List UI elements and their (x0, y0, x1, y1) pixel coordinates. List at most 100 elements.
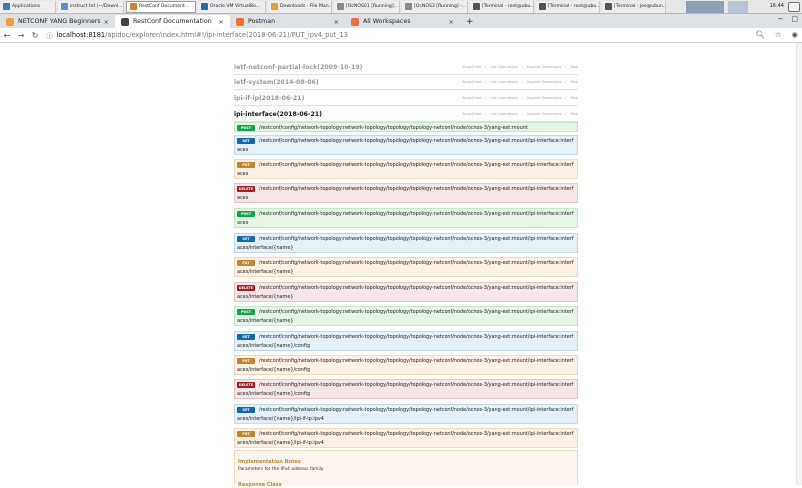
resource-action-link[interactable]: Expand Operations (527, 65, 561, 69)
taskbar-item[interactable]: [Terminal - root@ubu... (536, 0, 600, 13)
taskbar-item[interactable]: instruct.txt (~/Downl... (58, 0, 124, 13)
resource-action-link[interactable]: Expand Operations (527, 96, 561, 100)
operation-delete[interactable]: /restconf/config/network-topology:networ… (234, 282, 578, 302)
operation-path[interactable]: /restconf/config/network-topology:networ… (237, 333, 575, 351)
operation-path[interactable]: /restconf/config/network-topology:networ… (237, 124, 575, 133)
browser-tab-label: NETCONF YANG Beginners (18, 18, 100, 25)
taskbar-item[interactable]: [Terminal - root@ubu... (470, 0, 534, 13)
browser-tab[interactable]: All Workspaces × (345, 15, 460, 28)
http-method-badge[interactable]: PUT (237, 162, 255, 168)
tab-close-icon[interactable]: × (334, 18, 339, 26)
operation-path[interactable]: /restconf/config/network-topology:networ… (237, 284, 575, 302)
bookmark-star-icon[interactable]: ☆ (775, 30, 782, 39)
browser-tab[interactable]: NETCONF YANG Beginners × (0, 15, 115, 28)
resource-action-link[interactable]: List Operations (490, 112, 517, 116)
operation-get[interactable]: /restconf/config/network-topology:networ… (234, 331, 578, 351)
resource-name[interactable]: ietf-netconf-partial-lock(2009-10-19) (234, 64, 362, 71)
resource-action-link[interactable]: Raw (570, 96, 578, 100)
tab-close-icon[interactable]: × (104, 18, 109, 26)
operation-path[interactable]: /restconf/config/network-topology:networ… (237, 308, 575, 326)
taskbar-item[interactable]: RestConf Document... (126, 0, 196, 13)
app-icon (605, 3, 612, 10)
resource-action-link[interactable]: List Operations (490, 80, 517, 84)
http-method-badge[interactable]: GET (237, 407, 255, 413)
operation-put[interactable]: /restconf/config/network-topology:networ… (234, 159, 578, 179)
operation-post[interactable]: /restconf/config/network-topology:networ… (234, 122, 578, 132)
zoom-icon[interactable]: 🔍︎ (755, 30, 765, 39)
resource-action-link[interactable]: Show/Hide (462, 80, 481, 84)
resource-header[interactable]: ipi-if-ip(2018-06-21) Show/Hide | List Oper… (234, 91, 578, 106)
browser-tab[interactable]: Postman × (230, 15, 345, 28)
operation-path[interactable]: /restconf/config/network-topology:networ… (237, 235, 575, 253)
resource-action-link[interactable]: Raw (570, 80, 578, 84)
operation-path[interactable]: /restconf/config/network-topology:networ… (237, 406, 575, 424)
new-tab-button[interactable]: + (460, 15, 480, 28)
http-method-badge[interactable]: PUT (237, 260, 255, 266)
operation-path[interactable]: /restconf/config/network-topology:networ… (237, 161, 575, 179)
tray-indicator[interactable] (686, 1, 724, 13)
tab-close-icon[interactable]: × (219, 18, 224, 26)
account-icon[interactable]: ◉ (791, 30, 798, 39)
operation-path[interactable]: /restconf/config/network-topology:networ… (237, 259, 575, 277)
http-method-badge[interactable]: POST (237, 125, 255, 131)
resource-header[interactable]: ipi-interface(2018-06-21) Show/Hide | List … (234, 107, 578, 122)
taskbar-item[interactable]: Downloads - File Man... (268, 0, 332, 13)
close-window-icon[interactable]: □ (791, 15, 798, 23)
http-method-badge[interactable]: POST (237, 309, 255, 315)
operation-get[interactable]: /restconf/config/network-topology:networ… (234, 135, 578, 155)
resource-name[interactable]: ipi-interface(2018-06-21) (234, 111, 322, 118)
resource-action-link[interactable]: Raw (570, 65, 578, 69)
operation-delete[interactable]: /restconf/config/network-topology:networ… (234, 379, 578, 399)
http-method-badge[interactable]: GET (237, 138, 255, 144)
page-scrollbar[interactable] (796, 43, 802, 485)
taskbar-item[interactable]: [OcNOS01 [Running]... (334, 0, 400, 13)
operation-post[interactable]: /restconf/config/network-topology:networ… (234, 208, 578, 228)
operation-path[interactable]: /restconf/config/network-topology:networ… (237, 430, 575, 448)
taskbar-item[interactable]: [OcNOS3 [Running] -... (402, 0, 468, 13)
info-icon[interactable]: ⓘ (46, 30, 53, 40)
resource-action-link[interactable]: Show/Hide (462, 112, 481, 116)
resource-action-link[interactable]: Show/Hide (462, 65, 481, 69)
resource-header[interactable]: ietf-system(2014-08-06) Show/Hide | List Op… (234, 75, 578, 90)
minimize-icon[interactable]: − (778, 15, 784, 23)
resource-action-link[interactable]: Show/Hide (462, 96, 481, 100)
operation-put[interactable]: /restconf/config/network-topology:networ… (234, 355, 578, 375)
http-method-badge[interactable]: DELETE (237, 382, 255, 388)
operation-post[interactable]: /restconf/config/network-topology:networ… (234, 306, 578, 326)
operation-path[interactable]: /restconf/config/network-topology:networ… (237, 357, 575, 375)
http-method-badge[interactable]: GET (237, 334, 255, 340)
operation-path[interactable]: /restconf/config/network-topology:networ… (237, 137, 575, 155)
operation-path[interactable]: /restconf/config/network-topology:networ… (237, 185, 575, 203)
back-icon[interactable]: ← (0, 31, 14, 40)
operation-path[interactable]: /restconf/config/network-topology:networ… (237, 381, 575, 399)
resource-header[interactable]: ietf-netconf-partial-lock(2009-10-19) Sho… (234, 60, 578, 75)
http-method-badge[interactable]: PUT (237, 431, 255, 437)
operation-get[interactable]: /restconf/config/network-topology:networ… (234, 404, 578, 424)
browser-tab[interactable]: RestConf Documentation × (115, 15, 230, 28)
taskbar-item[interactable]: Oracle VM VirtualBo... (198, 0, 266, 13)
resource-action-link[interactable]: List Operations (490, 96, 517, 100)
operation-path[interactable]: /restconf/config/network-topology:networ… (237, 210, 575, 228)
http-method-badge[interactable]: POST (237, 211, 255, 217)
http-method-badge[interactable]: DELETE (237, 186, 255, 192)
operation-put[interactable]: /restconf/config/network-topology:networ… (234, 257, 578, 277)
taskbar-item[interactable]: [Terminal - joe@ubun... (602, 0, 666, 13)
show-desktop-button[interactable] (788, 2, 800, 12)
http-method-badge[interactable]: DELETE (237, 285, 255, 291)
operation-delete[interactable]: /restconf/config/network-topology:networ… (234, 183, 578, 203)
url-field[interactable]: ⓘ localhost:8181/apidoc/explorer/index.h… (46, 30, 348, 40)
resource-action-link[interactable]: Raw (570, 112, 578, 116)
resource-action-link[interactable]: Expand Operations (527, 112, 561, 116)
reload-icon[interactable]: ↻ (28, 31, 42, 40)
resource-action-link[interactable]: List Operations (490, 65, 517, 69)
http-method-badge[interactable]: PUT (237, 358, 255, 364)
tab-close-icon[interactable]: × (449, 18, 454, 26)
operation-put[interactable]: /restconf/config/network-topology:networ… (234, 428, 578, 448)
resource-name[interactable]: ipi-if-ip(2018-06-21) (234, 95, 304, 102)
resource-action-link[interactable]: Expand Operations (527, 80, 561, 84)
taskbar-item[interactable]: Applications (0, 0, 56, 13)
forward-icon[interactable]: → (14, 31, 28, 40)
operation-get[interactable]: /restconf/config/network-topology:networ… (234, 233, 578, 253)
resource-name[interactable]: ietf-system(2014-08-06) (234, 79, 319, 86)
http-method-badge[interactable]: GET (237, 236, 255, 242)
